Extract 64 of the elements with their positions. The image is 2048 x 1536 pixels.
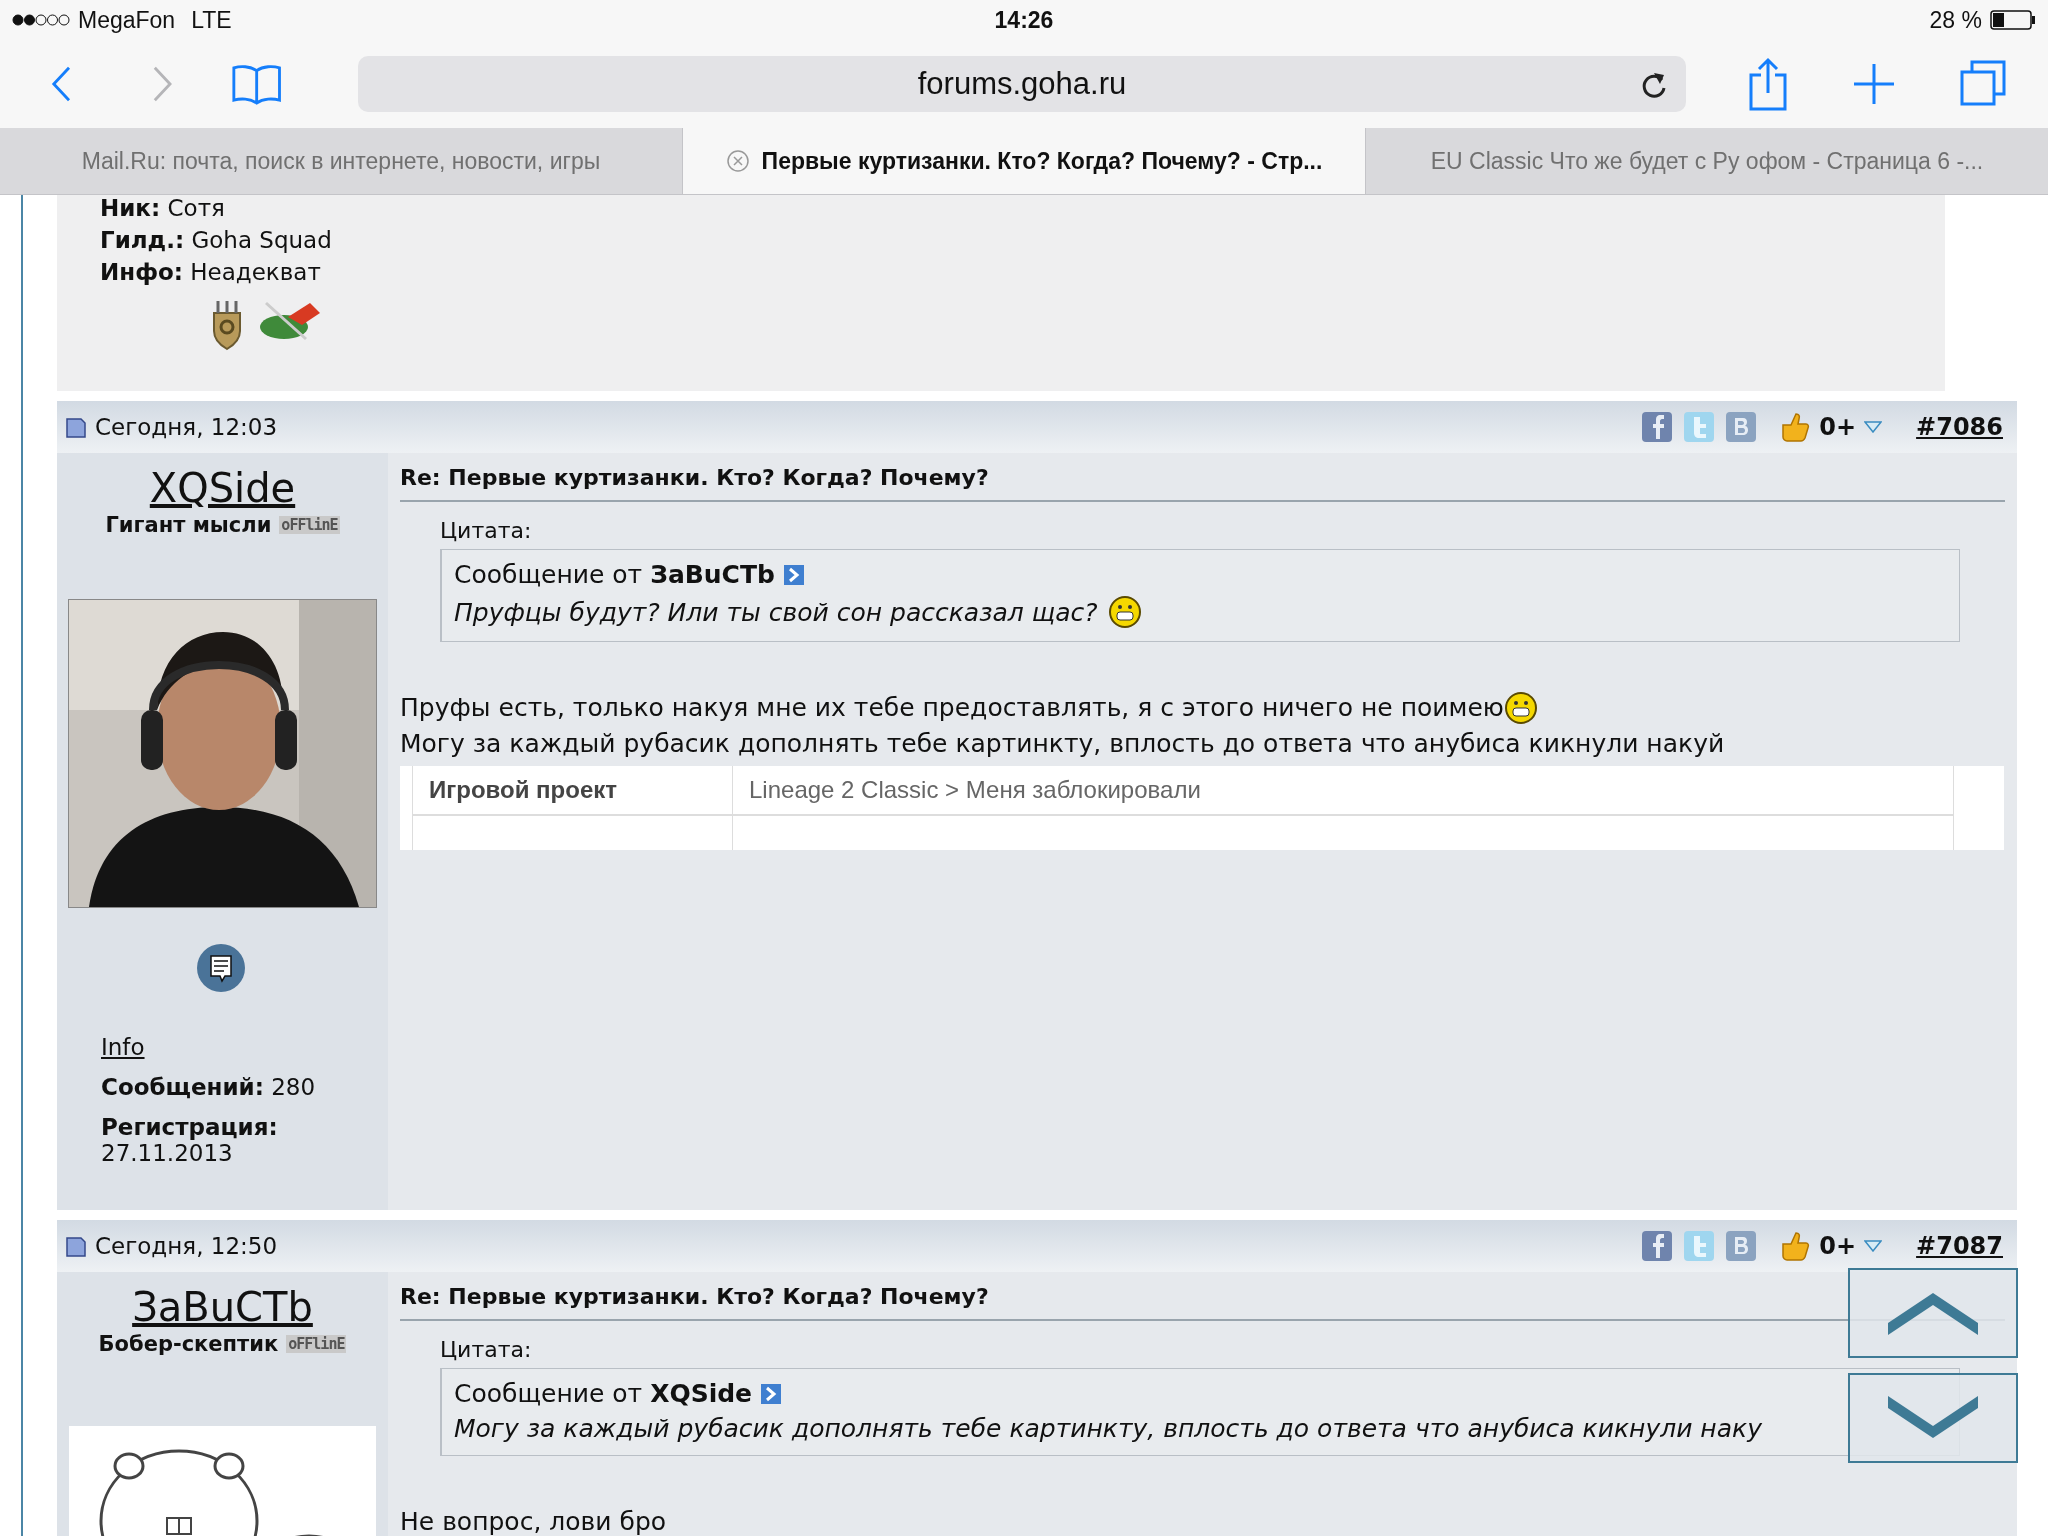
network-type: LTE (191, 6, 232, 34)
new-tab-icon[interactable] (1852, 62, 1896, 106)
quote-text: Могу за каждый рубасик дополнять тебе картинкту, вплость до ответа что анубиса кикнули наку (454, 1414, 1762, 1443)
close-icon[interactable] (725, 149, 750, 173)
author-name-link[interactable]: XQSide (149, 465, 296, 511)
scroll-up-button[interactable] (1848, 1268, 2018, 1358)
go-to-post-icon[interactable] (760, 1382, 783, 1405)
back-icon[interactable] (50, 64, 73, 104)
scroll-down-button[interactable] (1848, 1373, 2018, 1463)
share-icon[interactable] (1725, 1230, 1758, 1262)
carrier-name: MegaFon (78, 6, 176, 34)
table-cell: Игровой проект (413, 766, 733, 814)
post-number-link[interactable]: #7086 (1916, 413, 2003, 441)
quote-author: Сообщение от ЗаBuCTb (454, 560, 775, 589)
tabs-icon[interactable] (1960, 60, 2008, 108)
thumbs-up-icon[interactable] (1779, 1230, 1812, 1262)
user-rank: Бобер-скептик (98, 1332, 279, 1356)
author-name-link[interactable]: ЗаBuCTb (132, 1284, 313, 1330)
offline-status: oFFlinE (279, 516, 340, 534)
profile-stat: Сообщений: 280 (101, 1074, 317, 1100)
info-link[interactable]: Info (101, 1034, 145, 1060)
post-title: Re: Первые куртизанки. Кто? Когда? Почему? (400, 465, 2005, 502)
post-text: Могу за каждый рубасик дополнять тебе картинкту, вплость до ответа что анубиса кикнули накуй (400, 728, 1725, 760)
post-icon (65, 1234, 87, 1258)
go-to-post-icon[interactable] (782, 563, 805, 586)
quote-label: Цитата: (440, 1337, 533, 1362)
quote-label: Цитата: (440, 518, 533, 543)
post-text: Пруфы есть, только накуя мне их тебе предоставлять, я с этого ничего не поимею (400, 692, 1504, 724)
thumbs-up-icon[interactable] (1779, 411, 1812, 443)
offline-status: oFFlinE (286, 1335, 347, 1353)
browser-tab[interactable]: Mail.Ru: почта, поиск в интернете, новости, игры (0, 128, 682, 194)
post-date: Сегодня, 12:50 (95, 1233, 278, 1259)
quote-author: Сообщение от XQSide (454, 1379, 753, 1408)
battery-percent: 28 % (1929, 6, 1982, 34)
url-text: forums.goha.ru (917, 66, 1127, 102)
share-icon[interactable] (1641, 1230, 1674, 1262)
browser-tab[interactable]: EU Classic Что же будет с Ру офом - Страница 6 -... (1365, 128, 2048, 194)
bookmarks-icon[interactable] (230, 62, 282, 106)
profile-stat: Регистрация: 27.11.2013 (101, 1114, 279, 1166)
table-cell-text: Lineage 2 Classic > Меня заблокировали (748, 776, 1201, 804)
dropdown-icon[interactable] (1864, 1240, 1883, 1252)
post-icon (65, 415, 87, 439)
dropdown-icon[interactable] (1864, 421, 1883, 433)
share-icon[interactable] (1641, 411, 1674, 443)
browser-tab[interactable]: Первые куртизанки. Кто? Когда? Почему? - Стр... (682, 128, 1365, 194)
profile-field: Ник: Сотя (100, 195, 1945, 221)
quote-text: Пруфцы будут? Или ты свой сон рассказал щас? (454, 597, 1098, 627)
reload-icon[interactable] (1640, 70, 1668, 100)
post-number-link[interactable]: #7087 (1916, 1232, 2003, 1260)
post-date: Сегодня, 12:03 (95, 414, 278, 440)
hat-icon (258, 299, 322, 343)
profile-field: Гилд.: Goha Squad (100, 227, 1945, 253)
signal-icon (12, 13, 70, 27)
profile-field: Инфо: Неадекват (100, 259, 1945, 285)
rating-count: 0+ (1819, 413, 1857, 441)
user-rank: Гигант мысли (105, 513, 272, 537)
shield-icon (210, 299, 244, 351)
post-text: Не вопрос, лови бро (400, 1506, 667, 1536)
share-icon[interactable] (1748, 57, 1788, 111)
rating-count: 0+ (1819, 1232, 1857, 1260)
battery-icon (1990, 10, 2036, 30)
clock: 14:26 (994, 6, 1054, 34)
address-bar[interactable]: forums.goha.ru (358, 56, 1686, 112)
share-icon[interactable] (1725, 411, 1758, 443)
